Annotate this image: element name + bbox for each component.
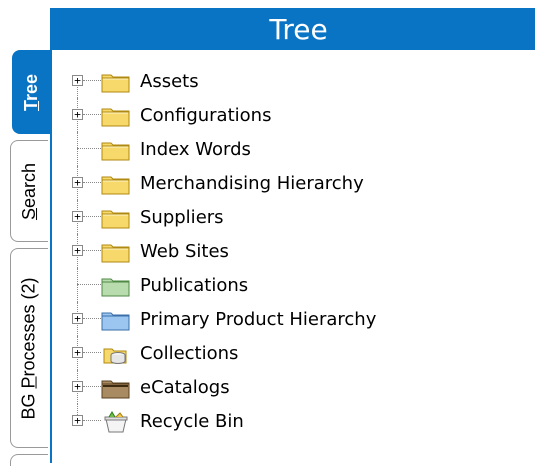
tree-item-index-words[interactable]: Index Words [52,132,535,166]
tree-item-label: Index Words [140,139,251,160]
folder-brown-icon [101,377,131,399]
panel-header: Tree [50,8,535,50]
recycle-bin-icon [101,411,131,433]
expand-icon[interactable]: + [72,381,83,392]
tree-item-label: Recycle Bin [140,411,244,432]
tree-branch-line [83,386,101,387]
tree-branch-line [83,352,101,353]
expand-icon[interactable]: + [72,109,83,120]
tree-branch-line [83,182,101,183]
tree-item-ecatalogs[interactable]: + eCatalogs [52,370,535,404]
expand-icon[interactable]: + [72,415,83,426]
tree-item-recycle-bin[interactable]: + Recycle Bin [52,404,535,438]
tree-item-label: Assets [140,71,199,92]
tree-connector-line [77,132,78,166]
tree-view: + Assets + Configurations Index Words + Mercha… [52,64,535,438]
expand-icon[interactable]: + [72,177,83,188]
collections-icon [101,343,131,365]
tree-branch-line [83,318,101,319]
tree-item-merchandising-hierarchy[interactable]: + Merchandising Hierarchy [52,166,535,200]
expand-icon[interactable]: + [72,313,83,324]
tree-item-label: Web Sites [140,241,229,262]
tree-item-collections[interactable]: + Collections [52,336,535,370]
expand-icon[interactable]: + [72,347,83,358]
expand-icon[interactable]: + [72,75,83,86]
folder-yellow-icon [101,71,131,93]
tab-search-label: Search [19,162,40,220]
expand-icon[interactable]: + [72,245,83,256]
tree-item-web-sites[interactable]: + Web Sites [52,234,535,268]
tree-branch-line [83,80,101,81]
tab-bg-processes[interactable]: BG Processes (2) [10,248,48,448]
tab-tree[interactable]: Tree [12,50,50,134]
folder-blue-icon [101,309,131,331]
tree-item-label: Merchandising Hierarchy [140,173,364,194]
tree-item-configurations[interactable]: + Configurations [52,98,535,132]
tree-item-assets[interactable]: + Assets [52,64,535,98]
tree-item-label: Publications [140,275,249,296]
tab-bg-processes-label: BG Processes (2) [19,276,39,420]
tree-item-label: Collections [140,343,239,364]
tree-item-label: eCatalogs [140,377,230,398]
tree-branch-line [83,216,101,217]
tree-item-publications[interactable]: Publications [52,268,535,302]
expand-icon[interactable]: + [72,211,83,222]
panel-title: Tree [269,12,328,46]
tab-tree-label: Tree [21,73,42,111]
tree-branch-line [77,284,101,285]
tree-item-label: Suppliers [140,207,224,228]
folder-yellow-icon [101,173,131,195]
tree-branch-line [83,114,101,115]
tab-search[interactable]: Search [10,140,48,242]
tree-item-suppliers[interactable]: + Suppliers [52,200,535,234]
tree-panel: + Assets + Configurations Index Words + Mercha… [50,50,535,463]
tab-overflow-edge [10,454,48,466]
folder-green-icon [101,275,131,297]
tree-item-label: Primary Product Hierarchy [140,309,377,330]
folder-yellow-icon [101,105,131,127]
tree-branch-line [83,250,101,251]
tree-branch-line [83,420,101,421]
tree-item-label: Configurations [140,105,272,126]
tree-branch-line [77,148,101,149]
folder-yellow-icon [101,139,131,161]
tab-strip: Tree Search BG Processes (2) [0,0,50,466]
tree-connector-line [77,268,78,302]
tree-item-primary-product-hierarchy[interactable]: + Primary Product Hierarchy [52,302,535,336]
folder-yellow-icon [101,207,131,229]
folder-yellow-icon [101,241,131,263]
